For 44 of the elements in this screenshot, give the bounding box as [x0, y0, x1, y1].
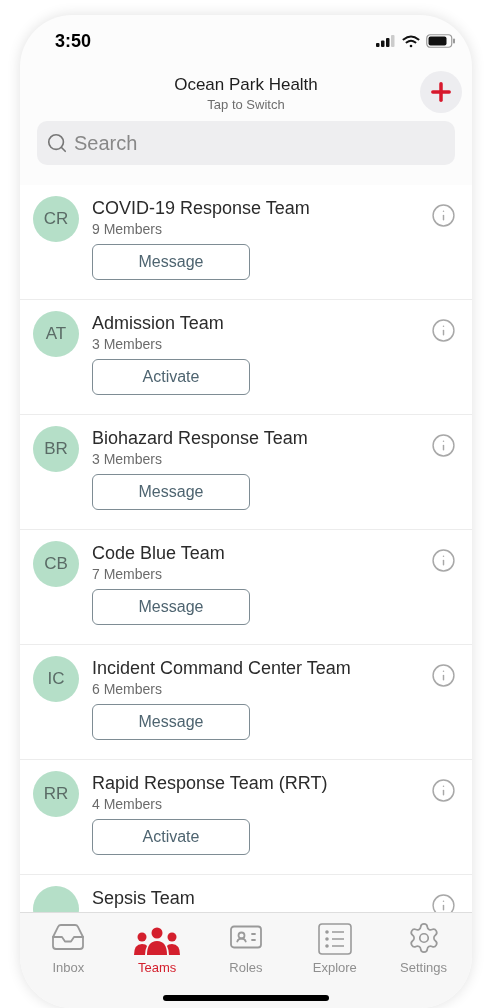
tab-bar-item[interactable]: Teams: [117, 919, 198, 978]
search-field[interactable]: Search: [37, 121, 455, 165]
team-name: Biohazard Response Team: [92, 427, 309, 449]
wifi-icon: [402, 34, 420, 48]
team-avatar: IC: [33, 656, 79, 702]
info-icon[interactable]: [431, 778, 456, 803]
info-icon[interactable]: [431, 318, 456, 343]
member-count: 9 Members: [92, 220, 164, 238]
switch-hint: Tap to Switch: [207, 96, 285, 113]
team-action-button[interactable]: Activate: [92, 819, 250, 855]
member-count: 4 Members: [92, 795, 164, 813]
people-group-icon: [134, 927, 181, 955]
info-icon[interactable]: [431, 893, 456, 912]
team-name: Code Blue Team: [92, 542, 226, 564]
team-name: Admission Team: [92, 312, 225, 334]
team-avatar: RR: [33, 771, 79, 817]
info-icon[interactable]: [431, 203, 456, 228]
team-name: Rapid Response Team (RRT): [92, 772, 329, 794]
team-avatar: BR: [33, 426, 79, 472]
organization-title[interactable]: Ocean Park Health: [174, 74, 318, 95]
team-avatar: CB: [33, 541, 79, 587]
member-count: 6 Members: [92, 680, 164, 698]
info-icon[interactable]: [431, 663, 456, 688]
team-action-button[interactable]: Message: [92, 704, 250, 740]
team-name: Incident Command Center Team: [92, 657, 352, 679]
team-action-button[interactable]: Message: [92, 589, 250, 625]
signal-icon: [376, 35, 396, 47]
member-count: 3 Members: [92, 335, 164, 353]
status-time: 3:50: [55, 29, 92, 53]
team-avatar: AT: [33, 311, 79, 357]
battery-icon: [426, 34, 456, 48]
info-icon[interactable]: [431, 548, 456, 573]
team-name: Sepsis Team: [92, 887, 196, 909]
info-icon[interactable]: [431, 433, 456, 458]
list-icon: [317, 923, 352, 955]
member-count: 3 Members: [92, 450, 164, 468]
team-action-button[interactable]: Message: [92, 474, 250, 510]
team-name: COVID-19 Response Team: [92, 197, 311, 219]
team-action-button[interactable]: Activate: [92, 359, 250, 395]
member-count: 7 Members: [92, 565, 164, 583]
team-action-button[interactable]: Message: [92, 244, 250, 280]
add-button[interactable]: [420, 71, 462, 113]
search-icon: [46, 132, 68, 154]
team-avatar: CR: [33, 196, 79, 242]
